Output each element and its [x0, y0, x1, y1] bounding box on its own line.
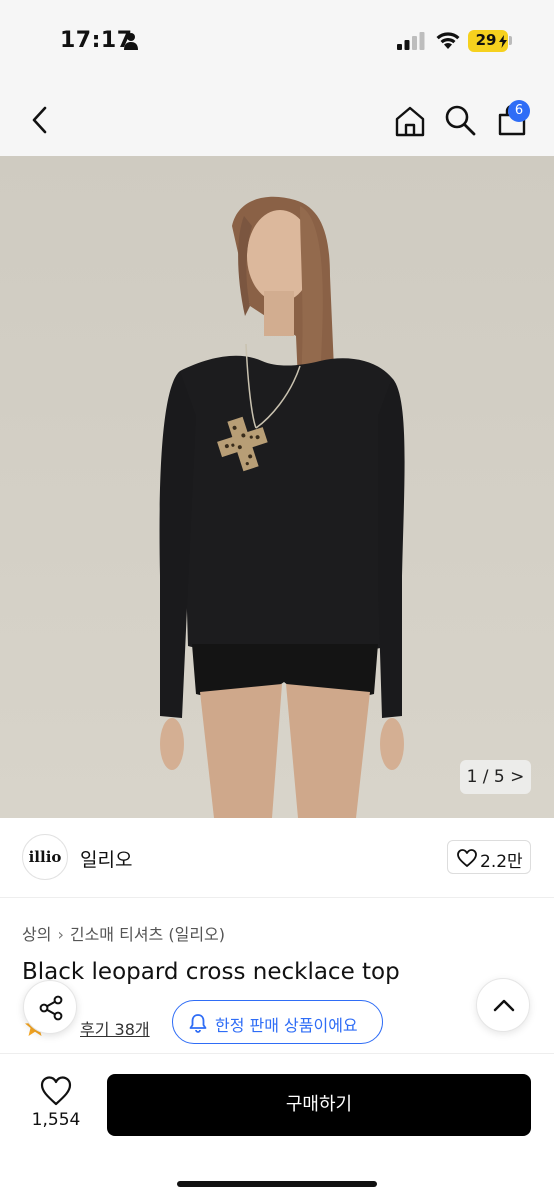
product-title: Black leopard cross necklace top [22, 959, 400, 985]
chevron-up-icon [493, 999, 515, 1012]
product-photo [0, 156, 554, 818]
wishlist-heart-icon[interactable] [40, 1076, 72, 1106]
cart-count-badge: 6 [508, 100, 530, 122]
wishlist-count: 1,554 [31, 1110, 81, 1130]
product-image[interactable]: 1 / 5 > [0, 156, 554, 818]
breadcrumb-subcategory[interactable]: 긴소매 티셔츠 (일리오) [70, 921, 225, 945]
buy-button[interactable]: 구매하기 [107, 1074, 531, 1136]
brand-name[interactable]: 일리오 [80, 845, 132, 872]
signal-icon [397, 32, 425, 50]
image-counter[interactable]: 1 / 5 > [460, 760, 531, 794]
heart-icon [457, 849, 477, 867]
top-nav: 6 [0, 84, 554, 156]
bell-icon [189, 1014, 207, 1033]
back-icon[interactable] [26, 102, 54, 138]
brand-row[interactable]: illio 일리오 2.2만 [0, 818, 554, 898]
person-icon [124, 33, 138, 50]
bolt-icon [499, 35, 507, 48]
limited-sale-badge[interactable]: 한정 판매 상품이에요 [172, 1000, 383, 1044]
breadcrumb-category[interactable]: 상의 [22, 921, 51, 945]
brand-logo[interactable]: illio [22, 834, 68, 880]
status-time: 17:17 [60, 28, 133, 53]
scroll-top-button[interactable] [476, 978, 530, 1032]
limited-sale-label: 한정 판매 상품이에요 [215, 1016, 358, 1035]
review-count-link[interactable]: 후기 38개 [80, 1016, 150, 1040]
home-icon[interactable] [393, 104, 427, 138]
home-indicator [177, 1181, 377, 1187]
search-icon[interactable] [444, 104, 476, 136]
wifi-icon [436, 32, 460, 49]
brand-like-button[interactable]: 2.2만 [447, 840, 531, 874]
chevron-right-icon: › [57, 925, 64, 944]
share-button[interactable] [23, 980, 77, 1034]
battery-icon: 29 [468, 30, 508, 52]
bottom-action-bar: 1,554 구매하기 [0, 1053, 554, 1200]
share-icon [39, 995, 63, 1021]
brand-like-count: 2.2만 [480, 852, 523, 872]
breadcrumb: 상의 › 긴소매 티셔츠 (일리오) [22, 921, 225, 945]
status-bar: 17:17 29 [0, 0, 554, 84]
battery-nub [509, 36, 512, 45]
